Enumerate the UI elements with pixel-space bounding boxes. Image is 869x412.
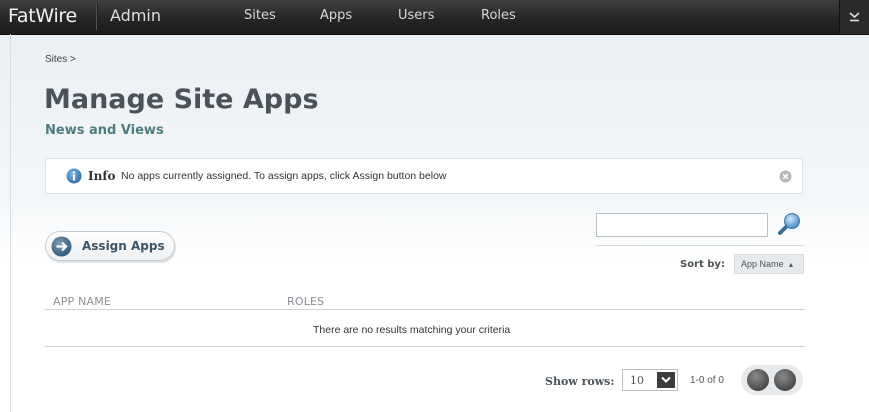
sort-label: Sort by: [680, 259, 725, 270]
dropdown-caret [657, 372, 675, 388]
page-title: Manage Site Apps [44, 84, 319, 115]
show-rows-label: Show rows: [545, 375, 615, 388]
nav-item-apps[interactable]: Apps [320, 0, 352, 32]
arrow-right-circle-icon [51, 236, 72, 257]
menu-toggle-button[interactable] [839, 0, 869, 34]
search-input[interactable] [596, 213, 768, 237]
chevron-down-icon [849, 12, 860, 22]
info-message: No apps currently assigned. To assign ap… [121, 170, 447, 182]
table-bottom-divider [45, 346, 805, 347]
sort-dropdown[interactable]: App Name ▲ [734, 254, 804, 274]
rows-per-page-select[interactable]: 10 [622, 369, 678, 391]
rows-per-page-value: 10 [630, 374, 644, 387]
top-navigation-bar: FatWire Admin Sites Apps Users Roles [0, 0, 869, 35]
page-subtitle: News and Views [45, 123, 164, 138]
table-header-divider [45, 309, 805, 310]
search-icon[interactable] [776, 211, 802, 237]
empty-results-message: There are no results matching your crite… [313, 324, 511, 336]
brand-divider [96, 4, 98, 30]
assign-apps-label: Assign Apps [82, 239, 165, 253]
column-header-roles[interactable]: ROLES [287, 295, 324, 308]
search-divider [596, 245, 804, 246]
sort-ascending-icon: ▲ [787, 262, 795, 269]
chevron-down-icon [661, 376, 671, 383]
close-icon[interactable] [779, 170, 792, 183]
previous-page-button[interactable] [747, 369, 769, 391]
column-header-app-name[interactable]: APP NAME [53, 295, 111, 308]
next-page-button[interactable] [774, 369, 796, 391]
nav-item-roles[interactable]: Roles [481, 0, 516, 32]
brand-logo[interactable]: FatWire [8, 0, 77, 34]
section-label-admin[interactable]: Admin [110, 0, 161, 32]
left-border [10, 34, 11, 412]
assign-apps-button[interactable]: Assign Apps [45, 231, 175, 261]
breadcrumb[interactable]: Sites > [45, 54, 76, 65]
info-icon [66, 168, 82, 184]
info-message-box: Info No apps currently assigned. To assi… [45, 158, 803, 194]
sort-value: App Name [741, 259, 784, 269]
nav-item-sites[interactable]: Sites [244, 0, 276, 32]
info-title: Info [88, 169, 116, 183]
nav-item-users[interactable]: Users [398, 0, 434, 32]
pagination-range: 1-0 of 0 [690, 375, 724, 386]
